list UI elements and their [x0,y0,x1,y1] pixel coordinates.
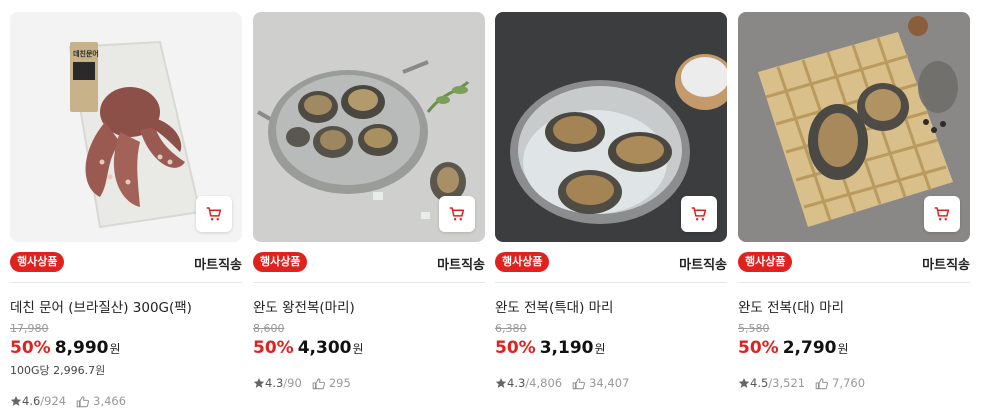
rating: 4.3 [265,376,284,390]
star-icon [253,377,265,389]
review-meta: 4.3/4,806 34,407 [495,376,629,390]
divider [10,282,242,283]
product-grid: 데친문어 행사상품 마트직송 데친 문어 (브라질산) 300G(팩) 17,9… [0,0,982,420]
product-image[interactable] [738,12,970,242]
rating: 4.6 [22,394,41,408]
product-image[interactable] [495,12,727,242]
like-count: 7,760 [832,376,866,390]
product-name[interactable]: 완도 왕전복(마리) [253,296,485,316]
add-to-cart-button[interactable] [924,196,960,232]
cart-icon [934,207,950,221]
price-row: 50% 2,790원 [738,338,849,358]
cart-icon [691,207,707,221]
divider [253,282,485,283]
delivery-type: 마트직송 [679,258,727,273]
star-icon [10,395,22,407]
price-row: 50% 3,190원 [495,338,606,358]
star-icon [495,377,507,389]
currency: 원 [837,342,849,356]
discount-rate: 50% [253,338,294,358]
product-card[interactable]: 행사상품 마트직송 완도 왕전복(마리) 8,600 50% 4,300원 4.3… [253,12,485,412]
sale-price: 4,300 [297,338,352,358]
review-meta: 4.5/3,521 7,760 [738,376,865,390]
product-image[interactable] [253,12,485,242]
delivery-type: 마트직송 [437,258,485,273]
discount-rate: 50% [10,338,51,358]
package-label: 데친문어 [73,50,99,58]
sale-badge: 행사상품 [738,252,793,272]
original-price: 8,600 [253,322,285,335]
add-to-cart-button[interactable] [439,196,475,232]
currency: 원 [352,342,364,356]
review-count: /3,521 [768,376,806,390]
discount-rate: 50% [738,338,779,358]
delivery-type: 마트직송 [922,258,970,273]
currency: 원 [109,342,121,356]
delivery-type: 마트직송 [194,258,242,273]
thumbs-up-icon [312,377,326,390]
rating: 4.3 [507,376,526,390]
original-price: 6,380 [495,322,527,335]
divider [738,282,970,283]
review-meta: 4.3/90 295 [253,376,351,390]
thumbs-up-icon [572,377,586,390]
unit-price: 100G당 2,996.7원 [10,364,106,377]
sale-badge: 행사상품 [495,252,550,272]
review-count: /4,806 [525,376,563,390]
like-count: 295 [328,376,351,390]
sale-badge: 행사상품 [253,252,308,272]
review-count: /924 [40,394,67,408]
divider [495,282,727,283]
original-price: 17,980 [10,322,49,335]
product-name[interactable]: 완도 전복(대) 마리 [738,296,970,316]
sale-badge: 행사상품 [10,252,65,272]
product-image[interactable]: 데친문어 [10,12,242,242]
like-count: 3,466 [93,394,127,408]
review-count: /90 [283,376,302,390]
sale-price: 3,190 [539,338,594,358]
review-meta: 4.6/924 3,466 [10,394,126,408]
price-row: 50% 4,300원 [253,338,364,358]
like-count: 34,407 [589,376,630,390]
rating: 4.5 [750,376,769,390]
original-price: 5,580 [738,322,770,335]
product-card[interactable]: 행사상품 마트직송 완도 전복(특대) 마리 6,380 50% 3,190원 4… [495,12,727,412]
product-name[interactable]: 데친 문어 (브라질산) 300G(팩) [10,296,242,316]
discount-rate: 50% [495,338,536,358]
star-icon [738,377,750,389]
sale-price: 8,990 [54,338,109,358]
product-name[interactable]: 완도 전복(특대) 마리 [495,296,727,316]
add-to-cart-button[interactable] [681,196,717,232]
thumbs-up-icon [76,395,90,408]
product-card[interactable]: 행사상품 마트직송 완도 전복(대) 마리 5,580 50% 2,790원 4.… [738,12,970,412]
cart-icon [206,207,222,221]
sale-price: 2,790 [782,338,837,358]
price-row: 50% 8,990원 [10,338,121,358]
thumbs-up-icon [815,377,829,390]
currency: 원 [594,342,606,356]
add-to-cart-button[interactable] [196,196,232,232]
product-card[interactable]: 데친문어 행사상품 마트직송 데친 문어 (브라질산) 300G(팩) 17,9… [10,12,242,412]
cart-icon [449,207,465,221]
